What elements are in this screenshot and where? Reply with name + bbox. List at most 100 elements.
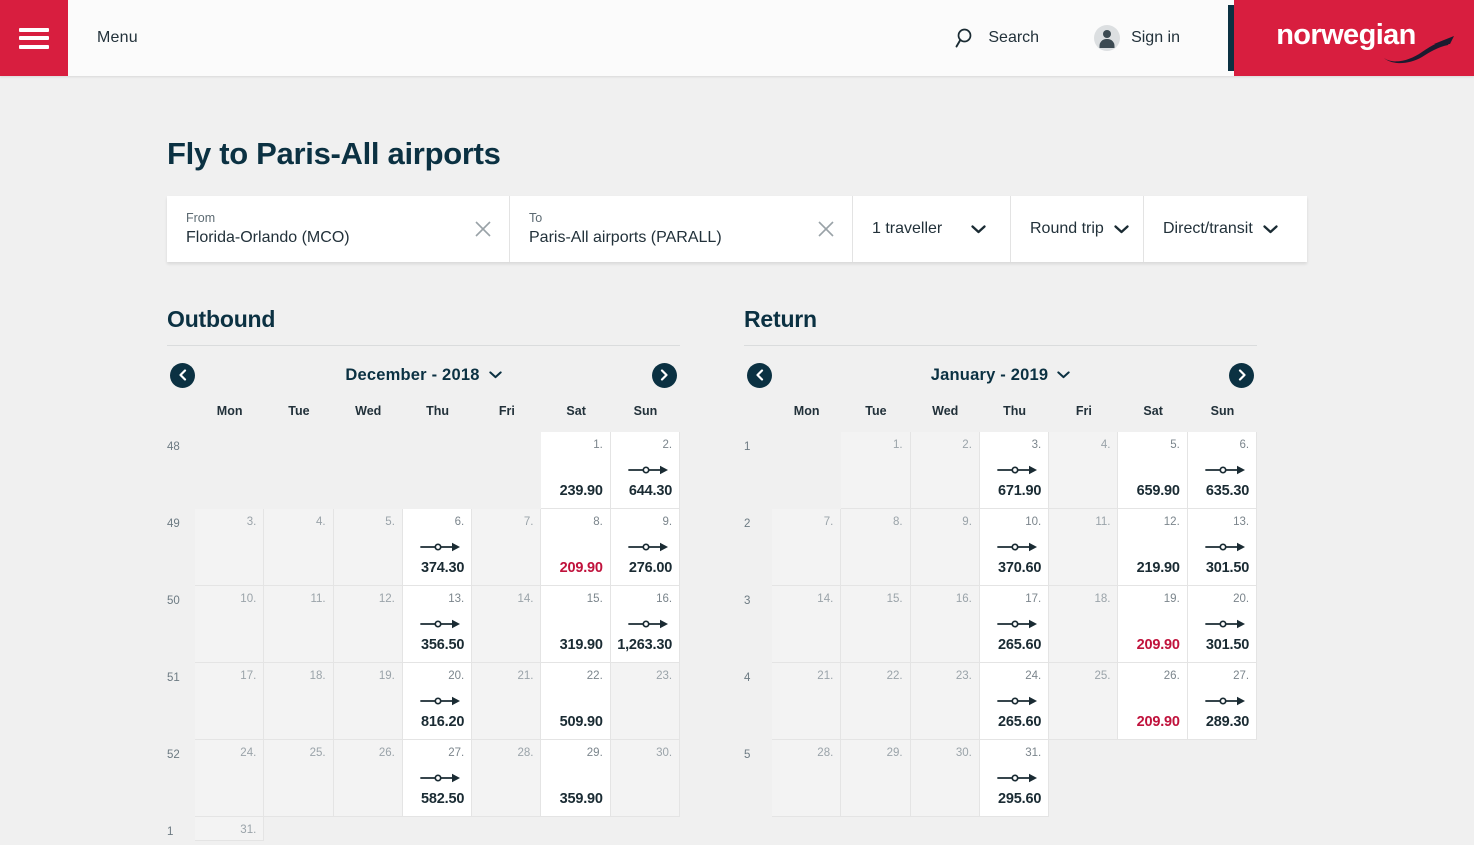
direct-flight-icon <box>997 465 1038 475</box>
calendar-day-cell-available[interactable]: 6. 374.30 <box>402 509 473 586</box>
calendar-day-cell-available[interactable]: 5. 659.90 <box>1118 432 1188 509</box>
calendar-day-cell-available[interactable]: 2. 644.30 <box>610 432 681 509</box>
day-number: 8. <box>593 516 603 528</box>
calendar-heading-return: Return <box>744 306 1257 346</box>
calendar-nav-outbound: December - 2018 <box>167 346 686 404</box>
day-number: 7. <box>823 516 834 528</box>
previous-month-button[interactable] <box>170 362 195 388</box>
from-field[interactable]: From Florida-Orlando (MCO) <box>167 196 510 262</box>
calendar-week-row: 48 1. 239.90 2. 644.30 <box>167 432 681 509</box>
month-year-selector-return[interactable]: January - 2019 <box>931 366 1070 385</box>
day-number: 9. <box>962 516 972 528</box>
calendar-grid-return: 1 1. 2. 3. 671.90 4. 5. 659.90 6. 635.30 2 7. 8. 9. 10… <box>744 432 1258 817</box>
calendar-day-cell-available[interactable]: 1. 239.90 <box>541 432 611 509</box>
calendar-day-cell: 11. <box>264 586 334 663</box>
calendar-day-cell <box>610 817 680 841</box>
fare-price: 359.90 <box>559 791 603 807</box>
month-year-label: December - 2018 <box>345 365 480 384</box>
fare-price: 265.60 <box>998 637 1042 653</box>
clear-to-icon[interactable] <box>817 220 835 238</box>
calendar-day-cell <box>1187 740 1258 817</box>
calendar-day-cell-available[interactable]: 9. 276.00 <box>610 509 681 586</box>
calendar-day-cell-available[interactable]: 6. 635.30 <box>1187 432 1258 509</box>
calendar-day-cell-available[interactable]: 27. 582.50 <box>402 740 473 817</box>
day-of-week-label: Sun <box>633 404 658 418</box>
to-field[interactable]: To Paris-All airports (PARALL) <box>510 196 853 262</box>
chevron-right-icon <box>661 369 669 381</box>
calendar-day-cell-available[interactable]: 12. 219.90 <box>1118 509 1188 586</box>
calendar-day-cell-available[interactable]: 26. 209.90 <box>1118 663 1188 740</box>
sign-in-button[interactable]: Sign in <box>1094 25 1180 51</box>
route-type-value: Direct/transit <box>1163 220 1253 237</box>
fare-price: 816.20 <box>421 714 465 730</box>
direct-flight-icon <box>1205 542 1246 552</box>
previous-month-button[interactable] <box>747 362 772 388</box>
calendar-day-cell-available[interactable]: 3. 671.90 <box>979 432 1050 509</box>
search-button[interactable]: Search <box>955 27 1039 49</box>
menu-label[interactable]: Menu <box>97 29 138 47</box>
calendar-day-cell-available[interactable]: 20. 816.20 <box>402 663 473 740</box>
calendar-day-cell-available[interactable]: 22. 509.90 <box>541 663 611 740</box>
day-number: 25. <box>1094 670 1111 682</box>
trip-type-select[interactable]: Round trip <box>1011 196 1144 262</box>
direct-flight-icon <box>420 542 461 552</box>
travellers-select[interactable]: 1 traveller <box>853 196 1011 262</box>
calendar-day-cell: 3. <box>195 509 265 586</box>
calendar-day-cell <box>333 817 403 841</box>
flight-search-bar: From Florida-Orlando (MCO) To Paris-All … <box>167 196 1307 262</box>
calendar-day-cell-available[interactable]: 19. 209.90 <box>1118 586 1188 663</box>
calendar-day-cell: 28. <box>772 740 842 817</box>
day-number: 7. <box>523 516 534 528</box>
calendar-day-cell-available[interactable]: 16. 1,263.30 <box>610 586 681 663</box>
calendar-day-cell-available[interactable]: 31. 295.60 <box>979 740 1050 817</box>
calendar-day-cell-available[interactable]: 27. 289.30 <box>1187 663 1258 740</box>
route-type-select[interactable]: Direct/transit <box>1144 196 1307 262</box>
calendar-day-cell-available[interactable]: 17. 265.60 <box>979 586 1050 663</box>
day-number: 14. <box>517 593 534 605</box>
day-number: 1. <box>593 439 603 451</box>
day-number: 28. <box>817 747 834 759</box>
calendar-day-cell-available[interactable]: 13. 356.50 <box>402 586 473 663</box>
month-year-selector-outbound[interactable]: December - 2018 <box>345 365 502 385</box>
calendar-day-cell: 28. <box>472 740 542 817</box>
sign-in-label: Sign in <box>1131 29 1180 46</box>
day-of-week-label: Tue <box>288 404 310 418</box>
day-number: 18. <box>1094 593 1111 605</box>
day-of-week-label: Fri <box>498 404 515 418</box>
calendar-day-cell-available[interactable]: 8. 209.90 <box>541 509 611 586</box>
calendar-day-cell-available[interactable]: 29. 359.90 <box>541 740 611 817</box>
next-month-button[interactable] <box>646 357 686 397</box>
calendar-week-row: 3 14. 15. 16. 17. 265.60 18. 19. 209.90 20. 301.50 <box>744 586 1258 663</box>
calendar-return: Return January - 2019 Mon Tue Wed Thu Fri Sat Su… <box>744 306 1258 841</box>
fare-price: 301.50 <box>1205 560 1250 576</box>
day-of-week-label: Wed <box>932 404 959 418</box>
week-number: 48 <box>167 441 180 453</box>
day-number: 27. <box>448 747 465 759</box>
calendar-day-cell-available[interactable]: 24. 265.60 <box>979 663 1050 740</box>
hamburger-menu-button[interactable] <box>0 0 68 76</box>
week-number: 50 <box>167 595 180 607</box>
calendar-day-cell-available[interactable]: 20. 301.50 <box>1187 586 1258 663</box>
chevron-down-icon <box>1057 371 1070 379</box>
week-number: 2 <box>744 518 751 530</box>
calendar-day-cell: 4. <box>264 509 334 586</box>
next-month-button[interactable] <box>1229 362 1254 388</box>
fare-price: 209.90 <box>559 560 603 576</box>
direct-flight-icon <box>420 773 461 783</box>
day-of-week-label: Tue <box>865 404 887 418</box>
calendar-day-cell: 14. <box>772 586 842 663</box>
calendar-day-cell-available[interactable]: 10. 370.60 <box>979 509 1050 586</box>
calendar-day-cell-available[interactable]: 15. 319.90 <box>541 586 611 663</box>
day-number: 17. <box>240 670 257 682</box>
page-body: Fly to Paris-All airports From Florida-O… <box>0 76 1474 841</box>
travellers-value: 1 traveller <box>872 220 943 237</box>
trip-type-value: Round trip <box>1030 220 1104 237</box>
day-number: 10. <box>240 593 257 605</box>
calendar-day-cell <box>1118 740 1188 817</box>
clear-from-icon[interactable] <box>474 220 492 238</box>
calendar-day-cell <box>472 432 542 509</box>
calendar-day-cell-available[interactable]: 13. 301.50 <box>1187 509 1258 586</box>
day-number: 23. <box>955 670 972 682</box>
week-number: 5 <box>744 749 751 761</box>
norwegian-logo[interactable]: norwegian <box>1234 0 1474 76</box>
